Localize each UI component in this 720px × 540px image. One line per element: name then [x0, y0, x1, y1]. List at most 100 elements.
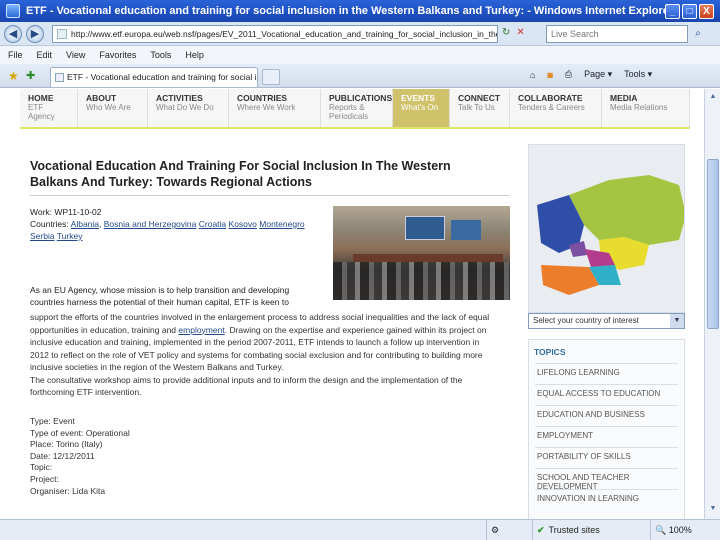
topic-lifelong-learning[interactable]: LIFELONG LEARNING — [535, 363, 678, 384]
page-menu-label: Page — [584, 69, 606, 79]
country-link-serbia[interactable]: Serbia — [30, 231, 55, 241]
country-link-turkey[interactable]: Turkey — [57, 231, 83, 241]
topic-equal-access[interactable]: EQUAL ACCESS TO EDUCATION — [535, 384, 678, 405]
nav-about-title: ABOUT — [86, 93, 117, 103]
ie-app-icon — [6, 4, 20, 18]
topic-school-teacher[interactable]: SCHOOL AND TEACHER DEVELOPMENT — [535, 468, 678, 491]
detail-place-value: Torino (Italy) — [55, 439, 103, 450]
nav-media[interactable]: MEDIA Media Relations — [602, 89, 690, 127]
window-title: ETF - Vocational education and training … — [26, 5, 665, 17]
forward-button[interactable]: ▶ — [26, 24, 44, 43]
print-icon[interactable]: ⎙ — [565, 69, 572, 80]
vertical-scrollbar[interactable]: ▲ ▼ — [704, 89, 720, 519]
zoom-value: 100% — [668, 525, 692, 535]
country-link-albania[interactable]: Albania — [71, 219, 99, 229]
search-icon[interactable]: ⌕ — [690, 25, 706, 43]
nav-connect-sub: Talk To Us — [458, 103, 495, 112]
work-value: WP11-10-02 — [54, 207, 102, 217]
nav-events-title: EVENTS — [401, 93, 436, 103]
status-bar: ⚙ ✔ Trusted sites 🔍 100% — [0, 519, 720, 540]
close-button[interactable]: X — [699, 3, 714, 19]
nav-activities[interactable]: ACTIVITIES What Do We Do — [148, 89, 229, 127]
new-tab-button[interactable] — [262, 69, 280, 85]
site-navigation: HOME ETF Agency ABOUT Who We Are ACTIVIT… — [20, 89, 690, 129]
intro-paragraph-2: support the efforts of the countries inv… — [30, 311, 500, 374]
back-button[interactable]: ◀ — [4, 24, 22, 43]
menu-edit[interactable]: Edit — [37, 50, 53, 60]
page-menu[interactable]: Page ▾ — [584, 69, 612, 80]
intro-paragraph-3: The consultative workshop aims to provid… — [30, 374, 463, 398]
refresh-icon[interactable]: ↻ — [502, 27, 510, 38]
search-input[interactable]: Live Search — [546, 25, 688, 43]
map-graphic — [537, 175, 684, 295]
nav-events-sub: What's On — [401, 103, 439, 112]
nav-publications-sub: Reports & Periodicals — [329, 103, 369, 121]
zoom-icon: 🔍 — [655, 525, 667, 535]
detail-place-label: Place: — [30, 439, 54, 450]
tab-row: ★ ✚ ETF - Vocational education and train… — [0, 64, 720, 88]
scroll-thumb[interactable] — [707, 159, 719, 329]
detail-type-label: Type: — [30, 416, 51, 426]
tools-menu-label: Tools — [624, 69, 646, 79]
nav-collaborate[interactable]: COLLABORATE Tenders & Careers — [510, 89, 602, 127]
address-field[interactable]: http://www.etf.europa.eu/web.nsf/pages/E… — [52, 25, 498, 43]
topic-innovation[interactable]: INNOVATION IN LEARNING — [535, 489, 678, 510]
favorites-star-icon[interactable]: ★ — [8, 69, 19, 83]
menu-favorites[interactable]: Favorites — [99, 50, 136, 60]
zoom-control[interactable]: 🔍 100% — [650, 520, 720, 540]
menu-help[interactable]: Help — [185, 50, 204, 60]
event-meta: Work: WP11-10-02 Countries: Albania, Bos… — [30, 207, 305, 307]
zone-label: Trusted sites — [548, 525, 600, 535]
zone-status: ✔ Trusted sites — [532, 520, 650, 540]
country-link-croatia[interactable]: Croatia — [199, 219, 226, 229]
detail-organiser-value: Lida Kita — [72, 485, 106, 496]
detail-type: Type: Event — [30, 416, 330, 428]
url-text: http://www.etf.europa.eu/web.nsf/pages/E… — [71, 29, 498, 39]
map-region-north-africa — [541, 265, 599, 295]
chevron-down-icon[interactable]: ▼ — [670, 314, 684, 328]
security-zone-icon: ⚙ — [486, 520, 532, 540]
menu-view[interactable]: View — [66, 50, 85, 60]
employment-link[interactable]: employment — [178, 325, 224, 335]
nav-publications[interactable]: PUBLICATIONS Reports & Periodicals — [321, 89, 393, 127]
menu-tools[interactable]: Tools — [150, 50, 171, 60]
photo-panel-table — [353, 254, 503, 262]
nav-countries[interactable]: COUNTRIES Where We Work — [229, 89, 321, 127]
nav-connect[interactable]: CONNECT Talk To Us — [450, 89, 510, 127]
map-region-east — [569, 175, 684, 245]
country-select[interactable]: Select your country of interest ▼ — [528, 313, 685, 329]
detail-date: Date: 12/12/2011 — [30, 451, 330, 463]
country-link-bosnia[interactable]: Bosnia and Herzegovina — [104, 219, 197, 229]
nav-about[interactable]: ABOUT Who We Are — [78, 89, 148, 127]
topic-employment[interactable]: EMPLOYMENT — [535, 426, 678, 447]
country-link-montenegro[interactable]: Montenegro — [259, 219, 304, 229]
scroll-down-icon[interactable]: ▼ — [707, 503, 719, 515]
add-favorites-icon[interactable]: ✚ — [26, 69, 35, 82]
detail-event-type: Type of event: Operational — [30, 428, 330, 440]
country-map[interactable] — [528, 144, 685, 313]
tools-menu[interactable]: Tools ▾ — [624, 69, 652, 80]
feeds-icon[interactable]: ◙ — [547, 70, 552, 80]
home-icon[interactable]: ⌂ — [530, 70, 535, 80]
maximize-button[interactable]: □ — [682, 3, 697, 19]
country-link-kosovo[interactable]: Kosovo — [229, 219, 257, 229]
menu-file[interactable]: File — [8, 50, 23, 60]
nav-home-sub: ETF Agency — [28, 103, 55, 121]
tab-current[interactable]: ETF - Vocational education and training … — [50, 67, 258, 87]
photo-screen — [405, 216, 445, 240]
minimize-button[interactable]: _ — [665, 3, 680, 19]
nav-events[interactable]: EVENTS What's On — [393, 89, 450, 127]
stop-icon[interactable]: ✕ — [516, 27, 524, 38]
detail-type-value: Event — [53, 416, 75, 426]
detail-topic-label: Topic: — [30, 462, 53, 473]
topic-portability-skills[interactable]: PORTABILITY OF SKILLS — [535, 447, 678, 468]
nav-media-sub: Media Relations — [610, 103, 668, 112]
topic-education-business[interactable]: EDUCATION AND BUSINESS — [535, 405, 678, 426]
nav-home[interactable]: HOME ETF Agency — [20, 89, 78, 127]
scroll-up-icon[interactable]: ▲ — [707, 91, 719, 103]
topics-panel: TOPICS LIFELONG LEARNING EQUAL ACCESS TO… — [528, 339, 685, 519]
nav-about-sub: Who We Are — [86, 103, 131, 112]
detail-topic: Topic: — [30, 462, 330, 474]
event-details: Type: Event Type of event: Operational P… — [30, 416, 330, 497]
detail-date-label: Date: — [30, 450, 51, 461]
